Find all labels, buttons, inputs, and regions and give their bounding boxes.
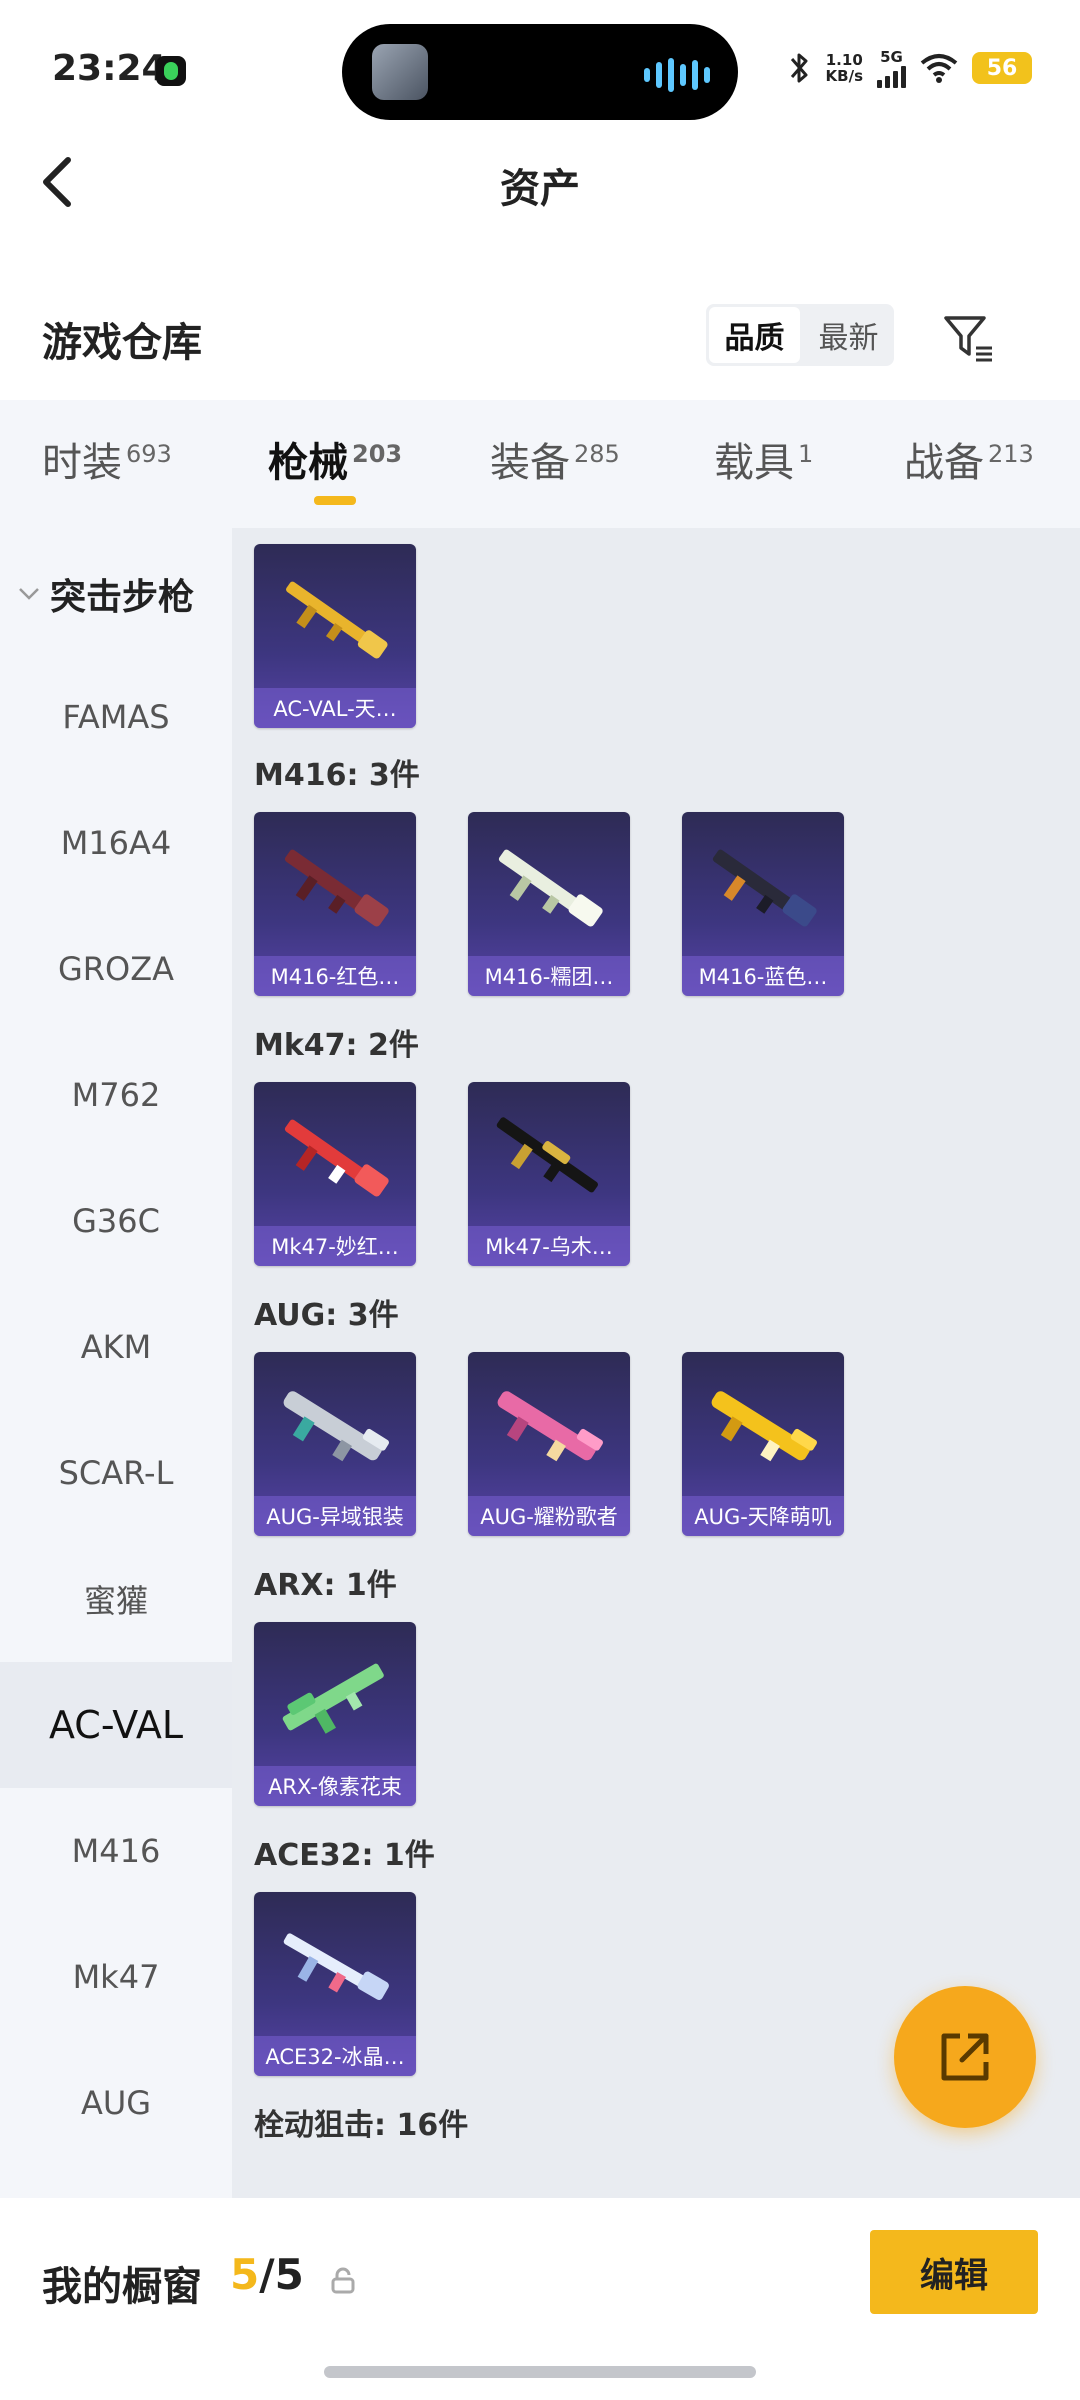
ace32-ice-skin-icon: [283, 1933, 389, 2000]
sort-quality-button[interactable]: 品质: [709, 307, 800, 363]
sidebar-item-groza[interactable]: GROZA: [0, 906, 232, 1032]
sidebar-item-m16a4[interactable]: M16A4: [0, 780, 232, 906]
sidebar-item-aug[interactable]: AUG: [0, 2040, 232, 2166]
group-label-bolt-action: 栓动狙击: 16件: [254, 2108, 469, 2143]
battery-icon: 56: [972, 52, 1032, 84]
dynamic-island[interactable]: [342, 24, 738, 120]
nav-header: 资产: [0, 130, 1080, 240]
skin-card-label: M416-红色…: [254, 956, 416, 996]
cellular-signal-icon: 5G: [877, 48, 906, 88]
sort-newest-button[interactable]: 最新: [803, 304, 894, 366]
bluetooth-icon: [790, 53, 808, 83]
sidebar-item-m762[interactable]: M762: [0, 1032, 232, 1158]
status-icons: 1.10 KB/s 5G 56: [786, 44, 1032, 92]
sidebar-category-assault-rifle[interactable]: 突击步枪: [18, 568, 194, 620]
arx-pixel-skin-icon: [282, 1663, 384, 1734]
lock-icon: [331, 2267, 355, 2294]
sidebar-item-honey-badger[interactable]: 蜜獾: [0, 1536, 232, 1662]
skin-card[interactable]: ACE32-冰晶…: [254, 1892, 416, 2076]
sidebar-item-akm[interactable]: AKM: [0, 1284, 232, 1410]
tab-combat-prep[interactable]: 战备 213: [904, 430, 1034, 488]
skin-card[interactable]: AC-VAL-天…: [254, 544, 416, 728]
sidebar-item-ac-val[interactable]: AC-VAL: [0, 1662, 232, 1788]
skin-card-label: Mk47-乌木…: [468, 1226, 630, 1266]
share-fab-button[interactable]: [894, 1986, 1036, 2128]
page-title: 资产: [500, 166, 580, 212]
tab-fashion[interactable]: 时装 693: [42, 430, 172, 488]
skin-card[interactable]: Mk47-乌木…: [468, 1082, 630, 1266]
showcase-bar: 我的橱窗 5/5 编辑: [0, 2198, 1080, 2400]
status-time: 23:24: [52, 48, 167, 89]
group-label-mk47: Mk47: 2件: [254, 1028, 419, 1063]
group-label-ace32: ACE32: 1件: [254, 1838, 435, 1873]
skin-card[interactable]: AUG-天降萌叽: [682, 1352, 844, 1536]
group-label-m416: M416: 3件: [254, 758, 420, 793]
skin-card-label: AUG-异域银装: [254, 1496, 416, 1536]
skin-card[interactable]: Mk47-妙红…: [254, 1082, 416, 1266]
skin-card[interactable]: AUG-异域银装: [254, 1352, 416, 1536]
warehouse-title: 游戏仓库: [42, 320, 202, 366]
audio-wave-icon: [644, 58, 710, 92]
m416-red-skin-icon: [284, 849, 389, 927]
skin-list[interactable]: AC-VAL-天… M416: 3件 M416-红色… M416-糯团… M41…: [232, 528, 1080, 2198]
showcase-count: 5/5: [230, 2250, 304, 2299]
skin-card-label: M416-糯团…: [468, 956, 630, 996]
skin-card-label: AC-VAL-天…: [254, 688, 416, 728]
mk47-red-skin-icon: [284, 1119, 389, 1197]
tab-vehicles[interactable]: 载具 1: [714, 430, 813, 488]
media-thumbnail: [372, 44, 428, 100]
warehouse-header: 游戏仓库 品质 最新: [0, 240, 1080, 400]
status-bar: 23:24 1.10 KB/s 5G 56: [0, 0, 1080, 130]
sidebar-item-mk47[interactable]: Mk47: [0, 1914, 232, 2040]
edit-button[interactable]: 编辑: [870, 2230, 1038, 2314]
skin-card-label: AUG-耀粉歌者: [468, 1496, 630, 1536]
skin-card-label: Mk47-妙红…: [254, 1226, 416, 1266]
net-speed: 1.10 KB/s: [825, 51, 863, 85]
showcase-title: 我的橱窗: [42, 2264, 202, 2310]
mk47-ebony-skin-icon: [496, 1117, 598, 1193]
aug-yellow-skin-icon: [711, 1391, 817, 1462]
weapon-type-sidebar: 突击步枪 FAMAS M16A4 GROZA M762 G36C AKM SCA…: [0, 528, 232, 2198]
ac-val-skin-icon: [286, 581, 388, 659]
active-tab-indicator: [314, 496, 356, 505]
wifi-icon: [920, 54, 958, 83]
skin-card[interactable]: ARX-像素花束: [254, 1622, 416, 1806]
skin-card-label: ACE32-冰晶…: [254, 2036, 416, 2076]
m416-glutinous-skin-icon: [498, 849, 603, 927]
skin-card[interactable]: AUG-耀粉歌者: [468, 1352, 630, 1536]
sort-toggle: 品质 最新: [706, 304, 894, 366]
skin-card[interactable]: M416-红色…: [254, 812, 416, 996]
group-label-aug: AUG: 3件: [254, 1298, 399, 1333]
notification-app-icon: [156, 56, 186, 86]
chevron-down-icon: [19, 588, 39, 600]
aug-pink-skin-icon: [497, 1391, 603, 1462]
tab-firearms[interactable]: 枪械 203: [268, 430, 402, 488]
category-tabs: 时装 693 枪械 203 装备 285 载具 1 战备 213: [0, 400, 1080, 528]
m416-blue-skin-icon: [712, 849, 817, 927]
skin-card-label: ARX-像素花束: [254, 1766, 416, 1806]
tab-equipment[interactable]: 装备 285: [490, 430, 620, 488]
aug-silver-skin-icon: [283, 1391, 389, 1462]
skin-card[interactable]: M416-糯团…: [468, 812, 630, 996]
skin-card-label: M416-蓝色…: [682, 956, 844, 996]
skin-card[interactable]: M416-蓝色…: [682, 812, 844, 996]
group-label-arx: ARX: 1件: [254, 1568, 397, 1603]
sidebar-item-scar-l[interactable]: SCAR-L: [0, 1410, 232, 1536]
asset-page: 23:24 1.10 KB/s 5G 56 资产 游戏仓库 品质 最新 时装 6…: [0, 0, 1080, 2400]
sidebar-item-g36c[interactable]: G36C: [0, 1158, 232, 1284]
share-external-icon: [941, 2033, 989, 2081]
sidebar-item-famas[interactable]: FAMAS: [0, 654, 232, 780]
filter-icon[interactable]: [940, 310, 996, 366]
home-indicator[interactable]: [324, 2366, 756, 2378]
sidebar-item-m416[interactable]: M416: [0, 1788, 232, 1914]
skin-card-label: AUG-天降萌叽: [682, 1496, 844, 1536]
